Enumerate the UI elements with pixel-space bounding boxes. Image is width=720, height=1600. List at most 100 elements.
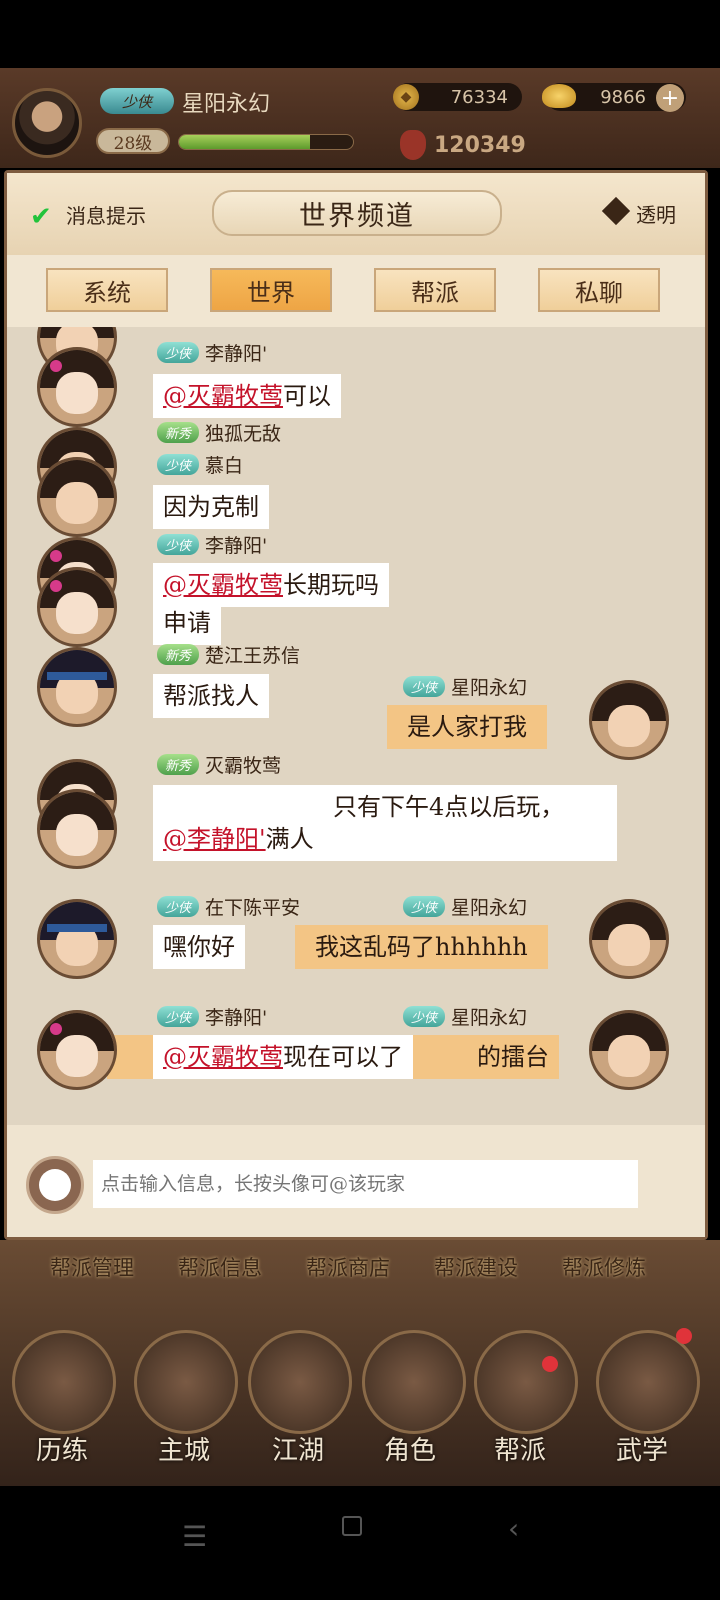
transparent-toggle-label[interactable]: 透明 — [636, 199, 676, 228]
chat-bubble: 因为克制 — [153, 485, 269, 529]
smiley-icon — [39, 1169, 71, 1201]
chat-bubble: 申请 — [153, 601, 221, 645]
message-text: 是人家打我 — [407, 713, 527, 741]
avatar[interactable] — [37, 647, 117, 727]
chat-input[interactable] — [93, 1160, 638, 1208]
avatar[interactable] — [37, 789, 117, 869]
message-text: 我这乱码了hhhhhh — [315, 933, 528, 961]
rank-badge: 新秀 — [157, 644, 200, 665]
sender-line: 少侠 慕白 — [157, 451, 243, 478]
message-text: 申请 — [163, 609, 211, 637]
my-avatar[interactable] — [589, 899, 669, 979]
character-icon[interactable] — [362, 1330, 466, 1434]
nav-training[interactable]: 历练 — [36, 1430, 88, 1467]
avatar[interactable] — [37, 1010, 117, 1090]
rank-badge: 少侠 — [157, 534, 200, 555]
main-city-icon[interactable] — [134, 1330, 238, 1434]
chat-bubble: @灭霸牧莺现在可以了 — [153, 1035, 413, 1079]
tab-guild[interactable]: 帮派 — [374, 268, 496, 312]
player-avatar[interactable] — [12, 88, 82, 158]
rank-badge: 少侠 — [403, 1006, 446, 1027]
sender-name: 李静阳' — [205, 1007, 268, 1029]
home-icon[interactable] — [342, 1516, 362, 1536]
power-display: 120349 — [400, 130, 540, 160]
mention-link[interactable]: @灭霸牧莺 — [163, 382, 283, 410]
chat-bubble: 帮派找人 — [153, 674, 269, 718]
chat-bubble: 只有下午4点以后玩， @李静阳'满人 — [153, 785, 617, 861]
chat-bubble: @灭霸牧莺可以 — [153, 374, 341, 418]
my-chat-bubble: 是人家打我 — [387, 705, 547, 749]
sender-name: 星阳永幻 — [451, 1007, 528, 1029]
exp-bar — [178, 134, 354, 150]
avatar[interactable] — [37, 899, 117, 979]
guild-info-button[interactable]: 帮派信息 — [178, 1252, 262, 1282]
rank-badge: 少侠 — [157, 342, 200, 363]
status-bar-area — [0, 0, 720, 68]
my-chat-bubble: 我这乱码了hhhhhh — [295, 925, 548, 969]
training-icon[interactable] — [12, 1330, 116, 1434]
nav-character[interactable]: 角色 — [384, 1430, 436, 1467]
add-currency-button[interactable]: + — [656, 84, 684, 112]
sender-line: 新秀 楚江王苏信 — [157, 641, 300, 668]
back-icon[interactable]: ‹ — [508, 1512, 519, 1545]
checkmark-icon[interactable]: ✔ — [30, 202, 52, 232]
message-text: 的擂台 — [477, 1043, 549, 1071]
sender-name: 楚江王苏信 — [205, 645, 301, 667]
avatar[interactable] — [37, 457, 117, 537]
guild-train-button[interactable]: 帮派修炼 — [562, 1252, 646, 1282]
rank-badge: 少侠 — [403, 676, 446, 697]
panel-title: 世界频道 — [212, 190, 502, 236]
tab-world[interactable]: 世界 — [210, 268, 332, 312]
power-value: 120349 — [434, 132, 526, 158]
tab-system[interactable]: 系统 — [46, 268, 168, 312]
ingot-value: 9866 — [600, 86, 646, 108]
emoji-button[interactable] — [26, 1156, 84, 1214]
rank-badge: 少侠 — [157, 454, 200, 475]
exp-bar-fill — [179, 135, 310, 149]
notification-dot — [676, 1328, 692, 1344]
guild-build-button[interactable]: 帮派建设 — [434, 1252, 518, 1282]
my-avatar[interactable] — [589, 1010, 669, 1090]
message-text: 现在可以了 — [283, 1043, 403, 1071]
sender-name: 李静阳' — [205, 535, 268, 557]
guild-manage-button[interactable]: 帮派管理 — [50, 1252, 134, 1282]
sender-line: 新秀 独孤无敌 — [157, 419, 281, 446]
coin-value: 76334 — [450, 86, 508, 108]
mention-link[interactable]: @灭霸牧莺 — [163, 571, 283, 599]
guild-shop-button[interactable]: 帮派商店 — [306, 1252, 390, 1282]
nav-main-city[interactable]: 主城 — [158, 1430, 210, 1467]
sender-line: 少侠 在下陈平安 — [157, 893, 300, 920]
player-name: 星阳永幻 — [182, 92, 271, 117]
rank-badge: 少侠 — [403, 896, 446, 917]
message-text: 因为克制 — [163, 493, 259, 521]
avatar[interactable] — [37, 347, 117, 427]
nav-jianghu[interactable]: 江湖 — [272, 1430, 324, 1467]
player-level: 28级 — [96, 128, 170, 154]
message-text: 嘿你好 — [163, 933, 235, 961]
player-rank-badge: 少侠 — [100, 88, 174, 114]
sender-name: 星阳永幻 — [451, 677, 528, 699]
notify-toggle-label[interactable]: 消息提示 — [66, 200, 146, 229]
sender-line: 少侠 星阳永幻 — [403, 1003, 527, 1030]
ingot-icon — [542, 84, 576, 108]
chat-log[interactable]: 少侠 李静阳' @灭霸牧莺可以 新秀 独孤无敌 少侠 慕白 因为克制 少侠 李静阳' @… — [7, 327, 705, 1125]
sender-line: 少侠 星阳永幻 — [403, 893, 527, 920]
menu-icon[interactable]: ☰ — [182, 1520, 207, 1553]
sender-name: 慕白 — [205, 455, 244, 477]
tab-private[interactable]: 私聊 — [538, 268, 660, 312]
message-text: 长期玩吗 — [283, 571, 379, 599]
nav-martial-arts[interactable]: 武学 — [616, 1430, 668, 1467]
sender-name: 在下陈平安 — [205, 897, 301, 919]
avatar[interactable] — [37, 567, 117, 647]
my-avatar[interactable] — [589, 680, 669, 760]
rank-badge: 少侠 — [157, 896, 200, 917]
jianghu-icon[interactable] — [248, 1330, 352, 1434]
mention-link[interactable]: @灭霸牧莺 — [163, 1043, 283, 1071]
sender-line: 少侠 李静阳' — [157, 531, 267, 558]
guild-icon[interactable] — [474, 1330, 578, 1434]
message-text: 满人 — [265, 825, 314, 853]
nav-guild[interactable]: 帮派 — [494, 1430, 546, 1467]
mention-link[interactable]: @李静阳' — [163, 825, 266, 853]
message-text: 可以 — [283, 382, 331, 410]
martial-arts-icon[interactable] — [596, 1330, 700, 1434]
